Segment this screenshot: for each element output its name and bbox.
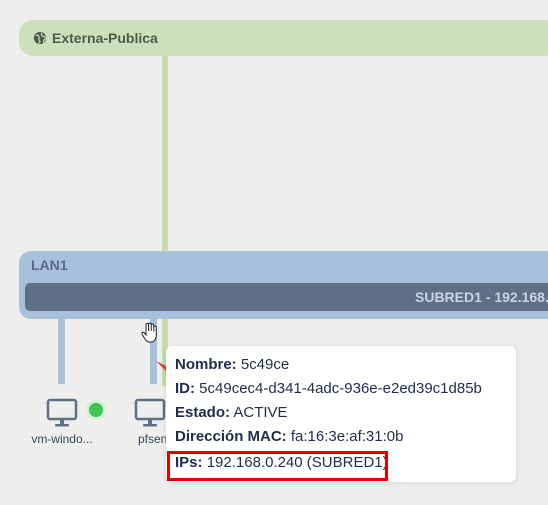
tooltip-estado-value: ACTIVE bbox=[233, 404, 288, 421]
vm-name: vm-windo... bbox=[31, 432, 93, 446]
tooltip-id-label: ID: bbox=[175, 380, 195, 397]
tooltip-nombre-value: 5c49ce bbox=[240, 356, 290, 373]
tooltip-id-value: 5c49cec4-d341-4adc-936e-e2ed39c1d85b bbox=[199, 380, 482, 397]
external-connection-line bbox=[162, 56, 168, 386]
tooltip-mac-label: Dirección MAC: bbox=[175, 428, 287, 445]
monitor-icon bbox=[134, 398, 166, 427]
vm-node[interactable]: vm-windo... bbox=[28, 398, 96, 446]
hand-cursor-icon bbox=[141, 322, 157, 343]
lan-network-label: LAN1 bbox=[31, 257, 68, 273]
vm-name: pfsen bbox=[138, 432, 168, 446]
tooltip-mac-value: fa:16:3e:af:31:0b bbox=[290, 428, 404, 445]
vm-connection-line bbox=[58, 319, 65, 384]
external-network-label: Externa-Publica bbox=[52, 30, 158, 46]
tooltip-estado-label: Estado: bbox=[175, 404, 231, 421]
external-network-header[interactable]: Externa-Publica bbox=[33, 28, 158, 48]
ips-highlight-box bbox=[167, 451, 388, 481]
status-running-indicator bbox=[89, 403, 103, 417]
tooltip-estado-row: Estado: ACTIVE bbox=[175, 404, 288, 421]
tooltip-id-row: ID: 5c49cec4-d341-4adc-936e-e2ed39c1d85b bbox=[175, 380, 482, 397]
tooltip-nombre-label: Nombre: bbox=[175, 356, 237, 373]
globe-icon bbox=[33, 31, 47, 45]
tooltip-mac-row: Dirección MAC: fa:16:3e:af:31:0b bbox=[175, 428, 403, 445]
subnet-label: SUBRED1 - 192.168. bbox=[415, 289, 548, 305]
monitor-icon bbox=[46, 398, 78, 427]
tooltip-nombre-row: Nombre: 5c49ce bbox=[175, 356, 289, 373]
